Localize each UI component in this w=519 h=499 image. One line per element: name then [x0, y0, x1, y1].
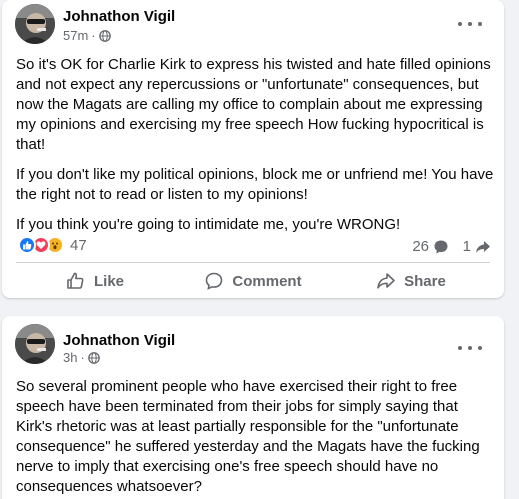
author-avatar[interactable]	[15, 324, 55, 364]
reaction-summary[interactable]: 47	[18, 236, 87, 254]
more-options-icon[interactable]	[458, 342, 482, 354]
meta-separator: ·	[91, 28, 96, 43]
author-avatar[interactable]	[15, 4, 55, 44]
comment-count[interactable]: 26	[412, 238, 449, 255]
more-options-icon[interactable]	[458, 18, 482, 30]
feed-post: Johnathon Vigil 3h · So several prominen…	[2, 316, 504, 499]
comment-label: Comment	[232, 272, 302, 290]
post-body: So it's OK for Charlie Kirk to express h…	[16, 55, 496, 245]
share-button[interactable]: Share	[332, 266, 490, 296]
reaction-count[interactable]: 47	[70, 237, 87, 254]
post-timestamp[interactable]: 3h	[63, 350, 77, 365]
share-icon	[377, 273, 395, 289]
thumbs-up-icon	[67, 272, 84, 289]
comment-count-value: 26	[412, 238, 429, 255]
share-arrow-icon	[476, 240, 490, 253]
share-count[interactable]: 1	[463, 238, 491, 255]
post-timestamp[interactable]: 57m	[63, 28, 88, 43]
feed-post: Johnathon Vigil 57m · So it's OK for Cha…	[2, 0, 504, 298]
post-actions: Like Comment Share	[16, 266, 490, 296]
author-name[interactable]: Johnathon Vigil	[63, 8, 175, 25]
share-count-value: 1	[462, 238, 471, 255]
post-paragraph: So it's OK for Charlie Kirk to express h…	[16, 56, 491, 153]
post-meta: 3h ·	[63, 350, 100, 365]
post-paragraph: If you think you're going to intimidate …	[16, 216, 401, 233]
post-body: So several prominent people who have exe…	[16, 377, 496, 499]
post-paragraph: So several prominent people who have exe…	[16, 378, 480, 495]
like-icon	[18, 236, 36, 254]
like-label: Like	[93, 272, 124, 290]
globe-icon[interactable]	[87, 351, 100, 364]
author-name[interactable]: Johnathon Vigil	[63, 332, 175, 349]
share-label: Share	[404, 272, 446, 290]
comment-bubble-icon	[434, 240, 448, 253]
like-button[interactable]: Like	[16, 266, 174, 296]
comment-icon	[206, 272, 223, 290]
post-meta: 57m ·	[63, 28, 111, 43]
meta-separator: ·	[80, 350, 85, 365]
globe-icon[interactable]	[98, 29, 111, 42]
comment-button[interactable]: Comment	[174, 266, 332, 296]
divider	[16, 262, 490, 263]
post-paragraph: If you don't like my political opinions,…	[16, 166, 494, 203]
